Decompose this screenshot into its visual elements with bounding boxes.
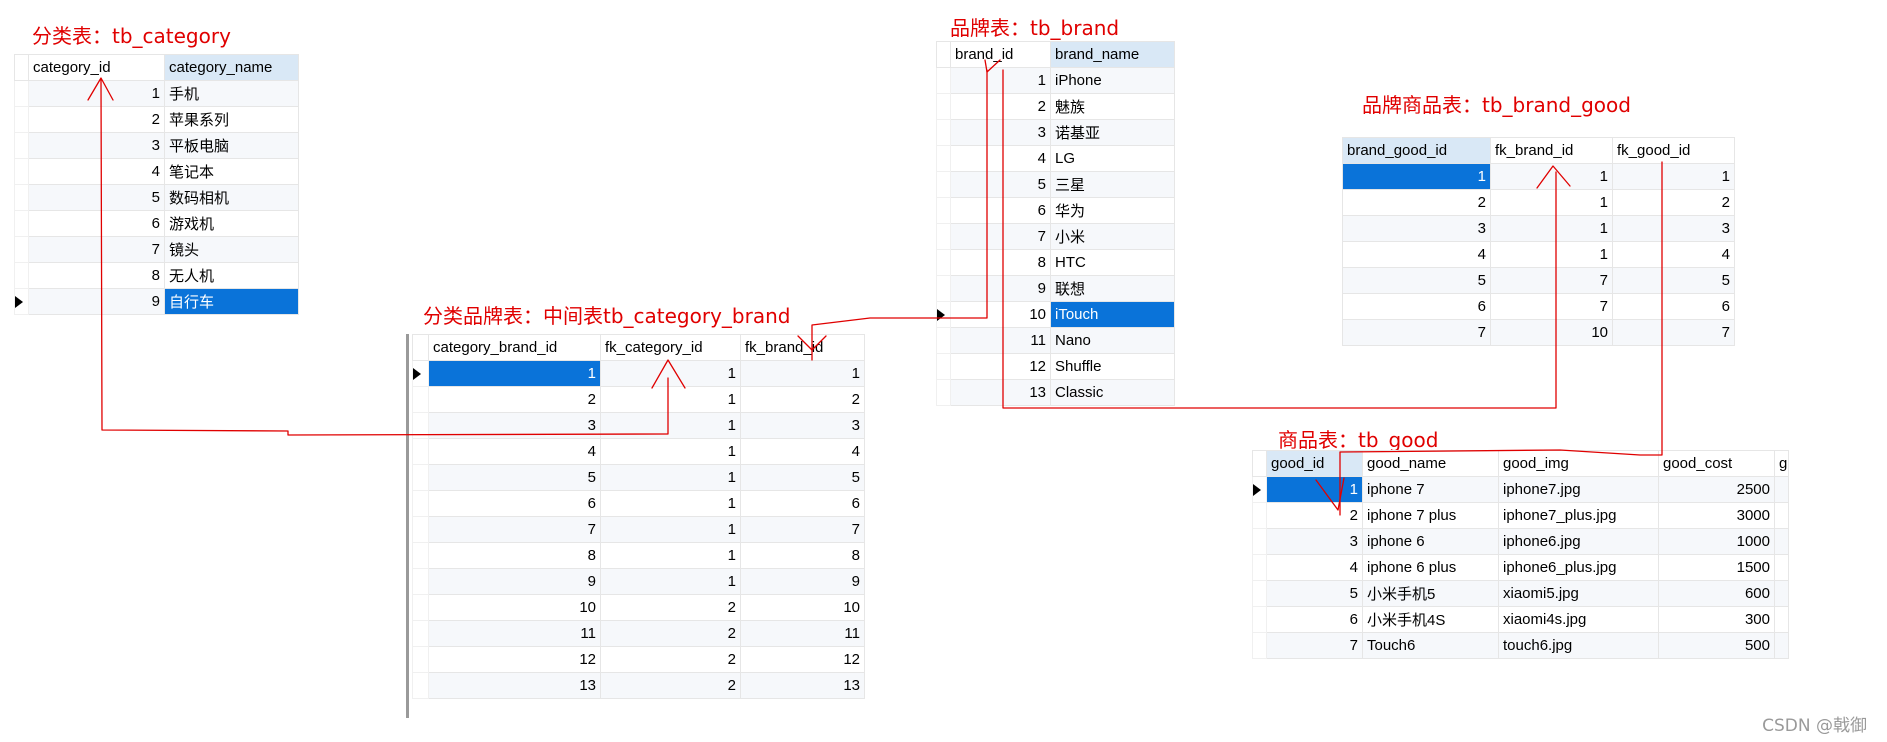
brand-link-line [811,69,988,361]
category-link-line [100,79,669,436]
brand-id-arrow-icon [984,59,1001,73]
brand-good-arrow-icon [1536,165,1571,189]
watermark: CSDN @戟御 [1762,716,1867,736]
relation-lines [87,59,1663,516]
brand-good-link-line [1002,69,1557,409]
good-link-line [1339,161,1663,516]
